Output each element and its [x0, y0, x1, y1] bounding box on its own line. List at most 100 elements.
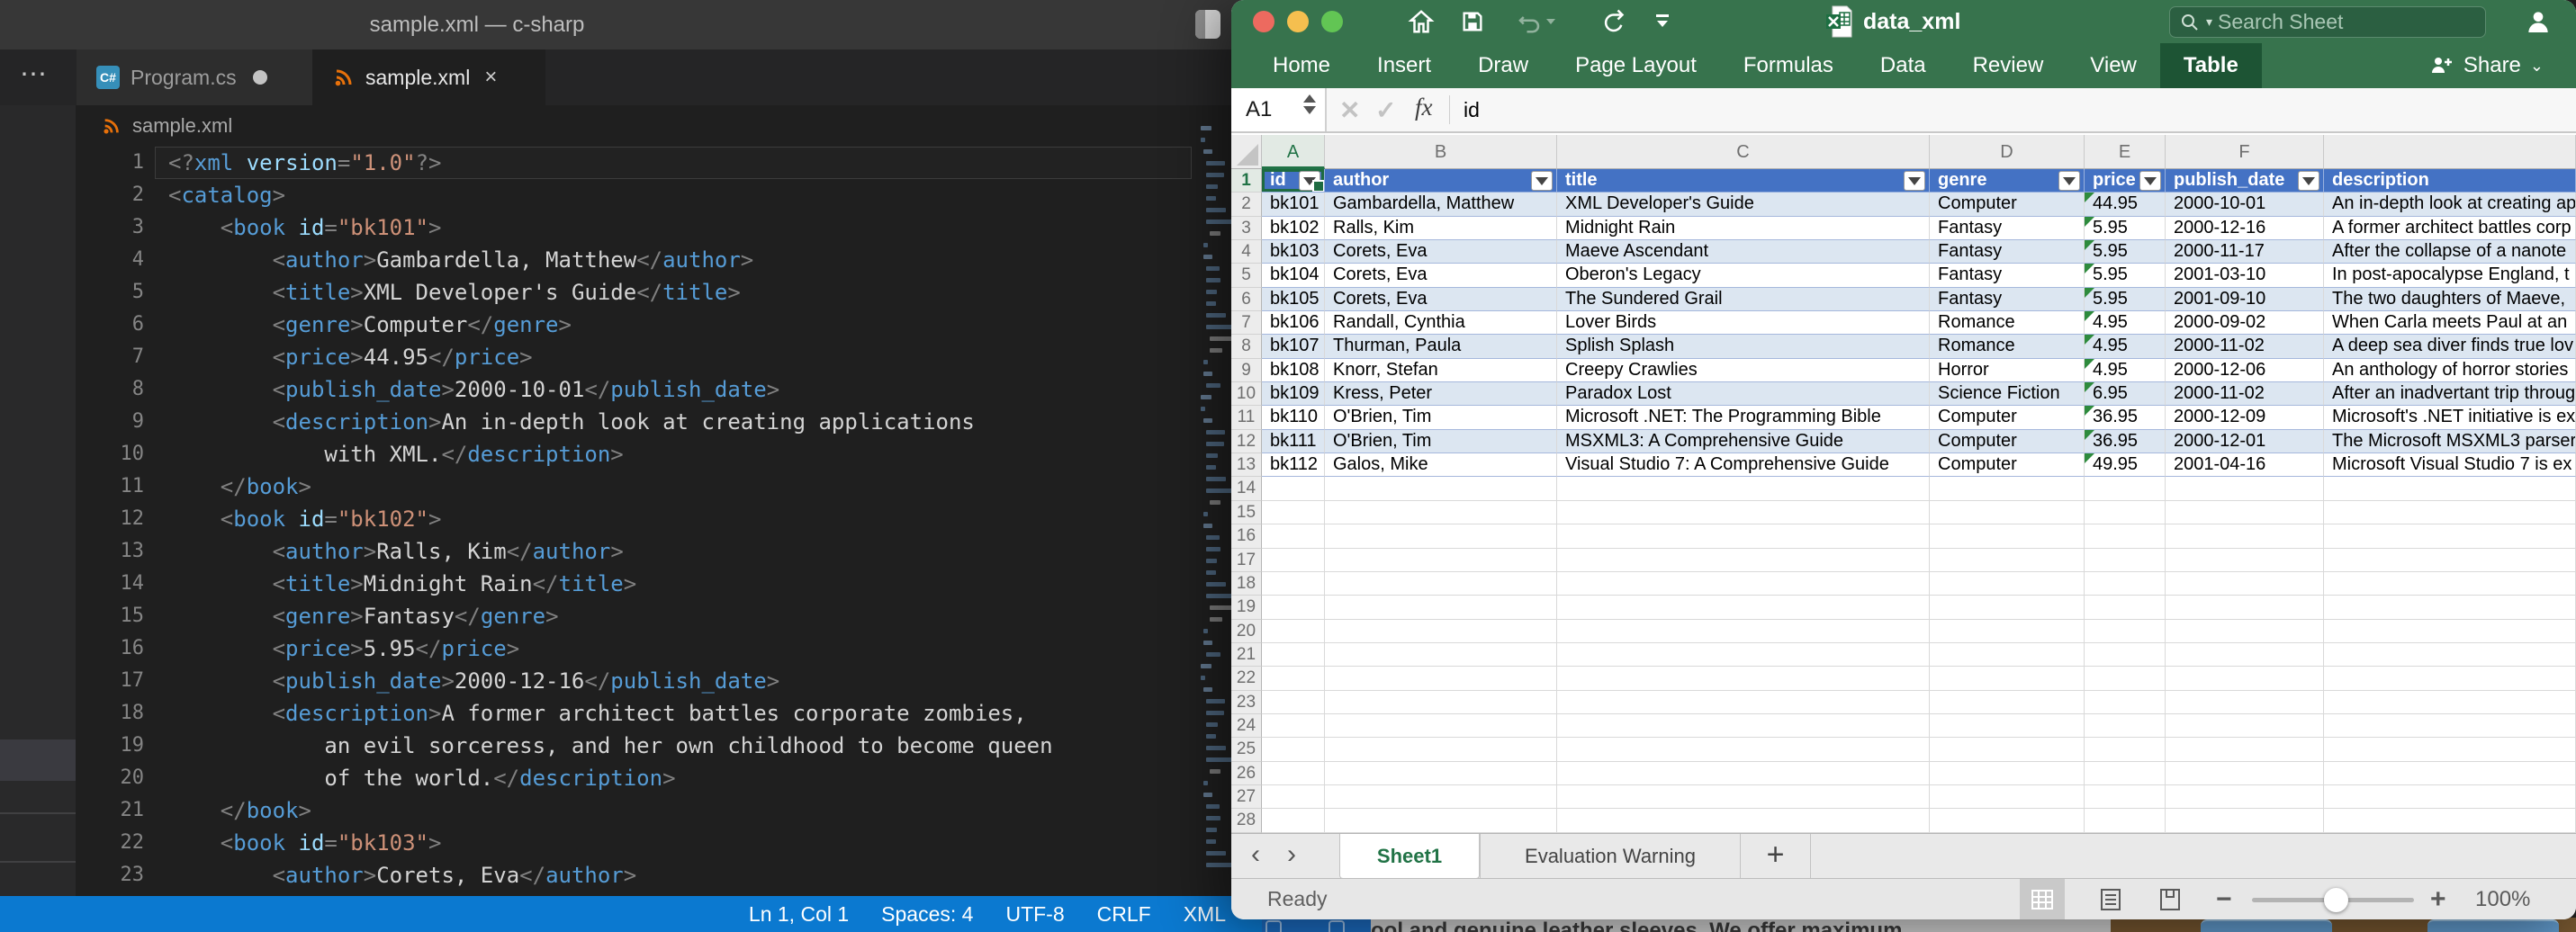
row-header-5[interactable]: 5 — [1231, 264, 1262, 287]
cell-bk106-description[interactable]: When Carla meets Paul at an — [2324, 311, 2576, 335]
cell-bk103-price[interactable]: 5.95 — [2085, 240, 2166, 264]
empty-cell[interactable] — [2166, 643, 2324, 667]
empty-cell[interactable] — [2166, 572, 2324, 596]
cell-bk107-price[interactable]: 4.95 — [2085, 335, 2166, 358]
cell-bk110-id[interactable]: bk110 — [1262, 406, 1325, 429]
empty-cell[interactable] — [2085, 691, 2166, 714]
ribbon-tab-formulas[interactable]: Formulas — [1720, 43, 1857, 88]
cell-bk103-description[interactable]: After the collapse of a nanote — [2324, 240, 2576, 264]
modified-dot-icon[interactable] — [253, 70, 267, 85]
empty-cell[interactable] — [1557, 620, 1930, 643]
cell-bk109-title[interactable]: Paradox Lost — [1557, 382, 1930, 406]
filter-dropdown-icon[interactable] — [1299, 171, 1320, 191]
column-header-E[interactable]: E — [2085, 135, 2166, 169]
empty-cell[interactable] — [1262, 691, 1325, 714]
empty-cell[interactable] — [1262, 596, 1325, 619]
ribbon-tab-insert[interactable]: Insert — [1354, 43, 1455, 88]
zoom-in-button[interactable]: + — [2430, 879, 2446, 919]
code-line[interactable]: 18 <description>A former architect battl… — [0, 697, 1197, 730]
empty-cell[interactable] — [1930, 691, 2085, 714]
row-header-25[interactable]: 25 — [1231, 738, 1262, 761]
header-cell-title[interactable]: title — [1557, 169, 1930, 193]
empty-cell[interactable] — [2324, 691, 2576, 714]
cell-bk105-id[interactable]: bk105 — [1262, 288, 1325, 311]
zoom-slider-knob[interactable] — [2324, 888, 2348, 912]
confirm-icon[interactable]: ✓ — [1375, 95, 1396, 125]
empty-cell[interactable] — [1262, 620, 1325, 643]
row-header-15[interactable]: 15 — [1231, 501, 1262, 524]
column-header-A[interactable]: A — [1262, 135, 1325, 169]
empty-cell[interactable] — [1262, 477, 1325, 500]
undo-icon[interactable] — [1516, 7, 1556, 36]
tab-sample-xml[interactable]: sample.xml × — [313, 49, 546, 105]
row-header-18[interactable]: 18 — [1231, 572, 1262, 596]
empty-cell[interactable] — [2166, 549, 2324, 572]
share-button[interactable]: Share ⌄ — [2429, 43, 2544, 88]
tab-overflow-button[interactable]: ⋯ — [20, 49, 49, 105]
row-header-17[interactable]: 17 — [1231, 549, 1262, 572]
empty-cell[interactable] — [1930, 738, 2085, 761]
row-header-11[interactable]: 11 — [1231, 406, 1262, 429]
cell-bk105-genre[interactable]: Fantasy — [1930, 288, 2085, 311]
cell-bk109-author[interactable]: Kress, Peter — [1325, 382, 1557, 406]
cell-bk109-genre[interactable]: Science Fiction — [1930, 382, 2085, 406]
empty-cell[interactable] — [2085, 596, 2166, 619]
cell-bk104-id[interactable]: bk104 — [1262, 264, 1325, 287]
row-header-24[interactable]: 24 — [1231, 714, 1262, 738]
code-line[interactable]: 23 <author>Corets, Eva</author> — [0, 859, 1197, 892]
empty-cell[interactable] — [1325, 477, 1557, 500]
cell-bk101-publish_date[interactable]: 2000-10-01 — [2166, 193, 2324, 216]
row-header-21[interactable]: 21 — [1231, 643, 1262, 667]
empty-cell[interactable] — [2324, 785, 2576, 809]
empty-cell[interactable] — [2085, 785, 2166, 809]
empty-cell[interactable] — [1930, 785, 2085, 809]
cell-bk102-genre[interactable]: Fantasy — [1930, 217, 2085, 240]
empty-cell[interactable] — [2166, 667, 2324, 690]
row-header-26[interactable]: 26 — [1231, 762, 1262, 785]
row-header-9[interactable]: 9 — [1231, 359, 1262, 382]
cell-bk112-title[interactable]: Visual Studio 7: A Comprehensive Guide — [1557, 453, 1930, 477]
empty-cell[interactable] — [1557, 549, 1930, 572]
code-line[interactable]: 21 </book> — [0, 794, 1197, 827]
cell-bk109-publish_date[interactable]: 2000-11-02 — [2166, 382, 2324, 406]
empty-cell[interactable] — [1557, 691, 1930, 714]
cell-bk110-publish_date[interactable]: 2000-12-09 — [2166, 406, 2324, 429]
row-header-14[interactable]: 14 — [1231, 477, 1262, 500]
code-line[interactable]: 13 <author>Ralls, Kim</author> — [0, 535, 1197, 568]
status-cursor-position[interactable]: Ln 1, Col 1 — [749, 902, 849, 927]
row-header-4[interactable]: 4 — [1231, 240, 1262, 264]
cell-bk106-price[interactable]: 4.95 — [2085, 311, 2166, 335]
cell-bk112-price[interactable]: 49.95 — [2085, 453, 2166, 477]
code-line[interactable]: 7 <price>44.95</price> — [0, 341, 1197, 373]
code-line[interactable]: 17 <publish_date>2000-12-16</publish_dat… — [0, 665, 1197, 697]
filter-dropdown-icon[interactable] — [2058, 171, 2080, 191]
empty-cell[interactable] — [2166, 524, 2324, 548]
filter-dropdown-icon[interactable] — [2298, 171, 2319, 191]
empty-cell[interactable] — [1930, 477, 2085, 500]
empty-cell[interactable] — [1325, 762, 1557, 785]
empty-cell[interactable] — [2324, 738, 2576, 761]
empty-cell[interactable] — [2085, 667, 2166, 690]
row-header-7[interactable]: 7 — [1231, 311, 1262, 335]
empty-cell[interactable] — [1557, 667, 1930, 690]
ribbon-tab-review[interactable]: Review — [1950, 43, 2067, 88]
empty-cell[interactable] — [1325, 714, 1557, 738]
code-line[interactable]: 19 an evil sorceress, and her own childh… — [0, 730, 1197, 762]
cell-bk112-genre[interactable]: Computer — [1930, 453, 2085, 477]
empty-cell[interactable] — [1325, 785, 1557, 809]
code-line[interactable]: 22 <book id="bk103"> — [0, 827, 1197, 859]
code-line[interactable]: 4 <author>Gambardella, Matthew</author> — [0, 244, 1197, 276]
empty-cell[interactable] — [2166, 738, 2324, 761]
code-line[interactable]: 15 <genre>Fantasy</genre> — [0, 600, 1197, 632]
row-header-22[interactable]: 22 — [1231, 667, 1262, 690]
empty-cell[interactable] — [1930, 643, 2085, 667]
empty-cell[interactable] — [1557, 738, 1930, 761]
search-sheet-box[interactable]: ▾ Search Sheet — [2169, 6, 2486, 38]
next-sheet-arrow[interactable]: › — [1287, 834, 1296, 879]
redo-icon[interactable] — [1602, 7, 1629, 36]
spreadsheet-grid[interactable]: ABCDEF1idauthortitlegenrepricepublish_da… — [1231, 135, 2576, 833]
status-encoding[interactable]: UTF-8 — [1005, 902, 1064, 927]
row-header-13[interactable]: 13 — [1231, 453, 1262, 477]
empty-cell[interactable] — [1557, 714, 1930, 738]
empty-cell[interactable] — [2085, 762, 2166, 785]
